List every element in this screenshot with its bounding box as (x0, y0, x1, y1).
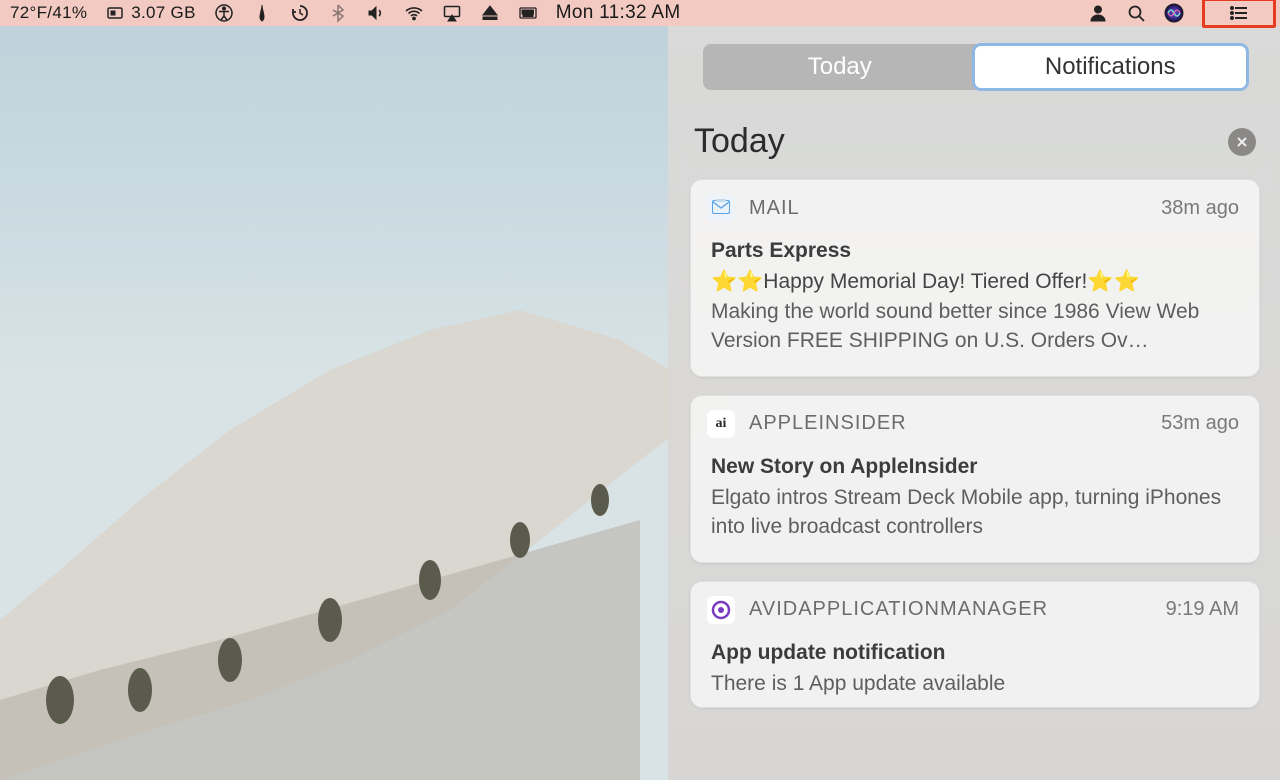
menubar: 72°F/41% 3.07 GB (0, 0, 1280, 26)
notification-preview: There is 1 App update available (711, 669, 1239, 698)
notification-title: New Story on AppleInsider (711, 452, 1239, 481)
notification-subject-line: ⭐⭐Happy Memorial Day! Tiered Offer!⭐⭐ (711, 267, 1239, 296)
notification-card[interactable]: ai APPLEINSIDER 53m ago New Story on App… (690, 395, 1260, 563)
nc-tab-switcher: Today Notifications (703, 44, 1248, 90)
list-icon (1229, 3, 1249, 23)
app-name: APPLEINSIDER (749, 412, 907, 435)
volume-icon[interactable] (366, 3, 386, 23)
avid-app-icon (707, 596, 735, 624)
notification-card[interactable]: MAIL 38m ago Parts Express ⭐⭐Happy Memor… (690, 179, 1260, 377)
app-name: MAIL (749, 197, 800, 220)
app-name: AVIDAPPLICATIONMANAGER (749, 598, 1048, 621)
datetime[interactable]: Mon 11:32 AM (556, 2, 681, 24)
memory-status[interactable]: 3.07 GB (105, 3, 195, 23)
notification-preview: Elgato intros Stream Deck Mobile app, tu… (711, 483, 1239, 542)
notification-preview: Making the world sound better since 1986… (711, 297, 1239, 356)
section-header: Today (690, 122, 1260, 179)
mail-app-icon (707, 194, 735, 222)
notification-card[interactable]: AVIDAPPLICATIONMANAGER 9:19 AM App updat… (690, 581, 1260, 708)
weather-status[interactable]: 72°F/41% (10, 3, 87, 23)
timemachine-icon[interactable] (290, 3, 310, 23)
notification-time: 9:19 AM (1166, 598, 1239, 621)
wifi-icon[interactable] (404, 3, 424, 23)
notification-title: App update notification (711, 638, 1239, 667)
keyboard-viewer-icon[interactable] (518, 3, 538, 23)
notification-time: 38m ago (1161, 197, 1239, 220)
clear-section-button[interactable] (1228, 128, 1256, 156)
notification-title: Parts Express (711, 236, 1239, 265)
close-icon (1235, 135, 1249, 149)
chip-icon (105, 3, 125, 23)
airplay-icon[interactable] (442, 3, 462, 23)
tab-notifications[interactable]: Notifications (975, 46, 1246, 88)
notification-center-panel: Today Notifications Today MAIL 38m ago P… (668, 26, 1280, 780)
eject-icon[interactable] (480, 3, 500, 23)
fantastical-icon[interactable] (252, 3, 272, 23)
section-title: Today (694, 122, 785, 161)
tab-today[interactable]: Today (705, 46, 976, 88)
bluetooth-icon[interactable] (328, 3, 348, 23)
notification-time: 53m ago (1161, 412, 1239, 435)
accessibility-icon[interactable] (214, 3, 234, 23)
spotlight-icon[interactable] (1126, 3, 1146, 23)
user-icon[interactable] (1088, 3, 1108, 23)
notification-center-button[interactable] (1202, 0, 1276, 28)
memory-text: 3.07 GB (131, 3, 195, 23)
siri-icon[interactable] (1164, 3, 1184, 23)
appleinsider-app-icon: ai (707, 410, 735, 438)
